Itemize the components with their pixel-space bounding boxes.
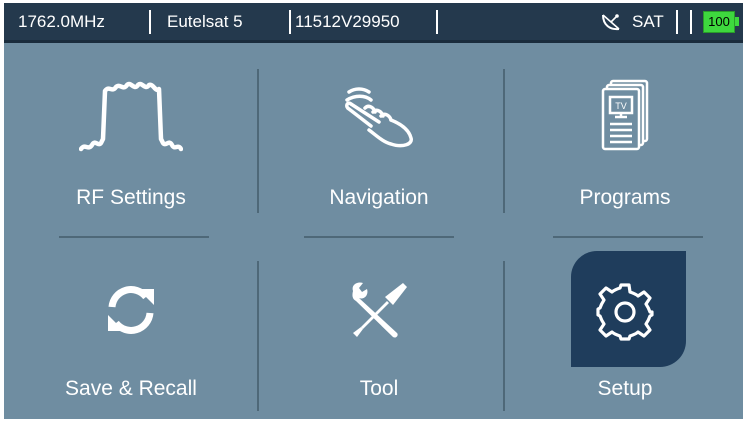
satellite-name: Eutelsat 5	[167, 12, 243, 31]
menu-item-label: Save & Recall	[65, 377, 197, 400]
menu-item-label: Setup	[597, 377, 653, 400]
menu-item-navigation[interactable]: Navigation	[256, 43, 502, 231]
status-bar: 1762.0MHz Eutelsat 5 11512V29950 SAT 100	[4, 3, 743, 43]
menu-item-label: Navigation	[329, 186, 429, 209]
battery-indicator: 100	[703, 11, 735, 33]
menu-item-label: Tool	[359, 377, 399, 400]
battery-tip	[735, 17, 739, 26]
transponder-readout: 11512V29950	[295, 12, 400, 31]
menu-item-rf-settings[interactable]: RF Settings	[8, 43, 254, 231]
menu-item-label: RF Settings	[76, 186, 186, 209]
wrench-screwdriver-icon	[352, 282, 407, 338]
hand-pointer-icon	[345, 87, 413, 148]
rf-spectrum-icon	[79, 81, 183, 152]
menu-item-programs[interactable]: TV Programs	[502, 43, 743, 231]
screen: 1762.0MHz Eutelsat 5 11512V29950 SAT 100	[4, 3, 743, 419]
menu-item-setup[interactable]: Setup	[502, 231, 743, 419]
status-divider	[436, 10, 438, 34]
status-divider	[690, 10, 692, 34]
menu-item-save-recall[interactable]: Save & Recall	[8, 231, 254, 419]
status-divider	[149, 10, 151, 34]
tv-program-list-icon: TV	[601, 79, 649, 151]
frequency-readout: 1762.0MHz	[18, 12, 105, 31]
menu-item-tool[interactable]: Tool	[256, 231, 502, 419]
menu-item-label: Programs	[579, 186, 671, 209]
refresh-arrows-icon	[108, 286, 154, 334]
gear-icon	[596, 283, 654, 341]
status-divider	[289, 10, 291, 34]
mode-indicator: SAT	[632, 12, 664, 31]
main-menu-grid: RF Settings Navigation TV Programs Save …	[4, 43, 743, 419]
status-divider	[676, 10, 678, 34]
svg-text:TV: TV	[615, 101, 627, 111]
satellite-dish-icon	[602, 14, 620, 31]
